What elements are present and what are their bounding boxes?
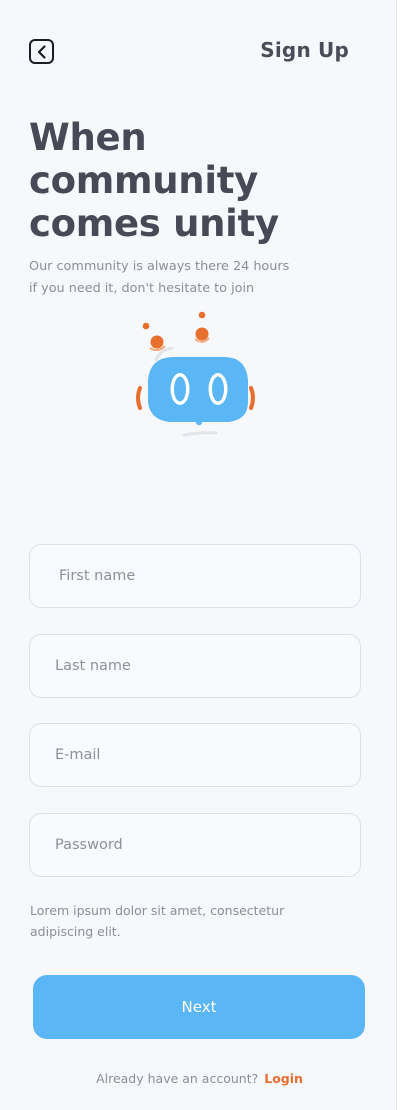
- hero-title: When community comes unity: [29, 116, 369, 245]
- password-field[interactable]: [29, 813, 361, 877]
- form-note-line: Lorem ipsum dolor sit amet, consectetur: [30, 903, 285, 918]
- first-name-field[interactable]: [29, 544, 361, 608]
- form-note: Lorem ipsum dolor sit amet, consectetur …: [30, 900, 340, 942]
- hero-subtitle-line: Our community is always there 24 hours: [29, 259, 290, 274]
- sign-up-screen: Sign Up When community comes unity Our c…: [0, 0, 397, 1110]
- back-button[interactable]: [29, 39, 54, 64]
- chevron-left-icon: [37, 44, 46, 59]
- hero-subtitle-line: if you need it, don't hesitate to join: [29, 281, 255, 296]
- page-title: Sign Up: [260, 38, 349, 62]
- hero-title-line: comes unity: [29, 202, 279, 245]
- email-field[interactable]: [29, 723, 361, 787]
- hero-title-line: When: [29, 116, 147, 159]
- hero-title-line: community: [29, 159, 258, 202]
- form-note-line: adipiscing elit.: [30, 924, 121, 939]
- robot-mascot-icon: [136, 311, 255, 437]
- login-prompt-text: Already have an account?: [96, 1071, 259, 1086]
- next-button[interactable]: Next: [33, 975, 365, 1039]
- hero-subtitle: Our community is always there 24 hours i…: [29, 256, 329, 300]
- login-link[interactable]: Login: [264, 1071, 303, 1086]
- last-name-field[interactable]: [29, 634, 361, 698]
- login-prompt: Already have an account? Login: [0, 1071, 397, 1086]
